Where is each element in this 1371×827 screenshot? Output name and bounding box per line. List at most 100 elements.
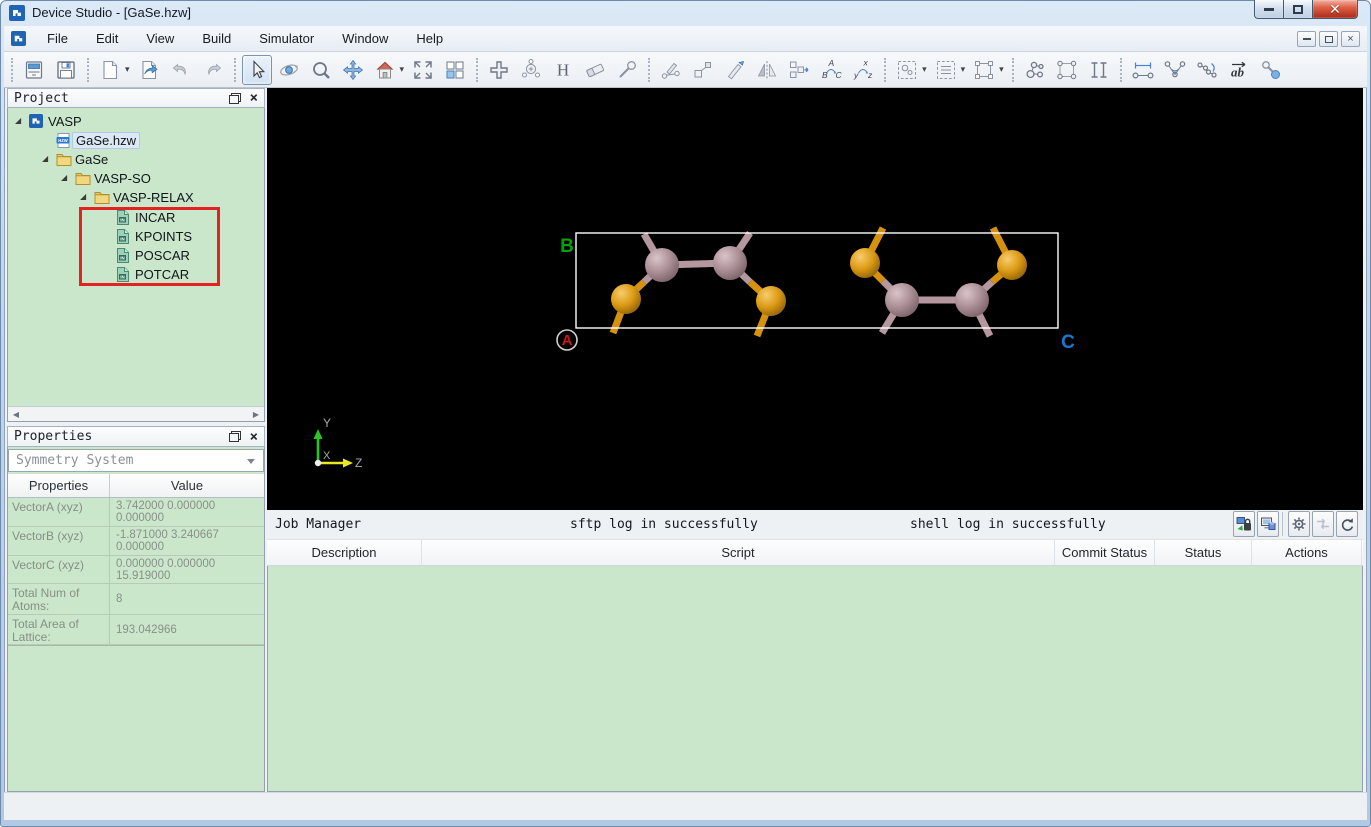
close-button[interactable]: ✕ xyxy=(1313,0,1358,19)
properties-close-button[interactable]: × xyxy=(250,430,258,444)
toolbar-group-handle[interactable] xyxy=(1012,58,1014,82)
atom-Se[interactable] xyxy=(756,286,786,316)
swap-axes-xz-button[interactable]: yzx xyxy=(848,55,878,85)
tree-expand-icon[interactable]: ◢ xyxy=(15,116,21,125)
menu-help[interactable]: Help xyxy=(402,27,457,50)
add-fragment-button[interactable] xyxy=(484,55,514,85)
edit-bond-button[interactable] xyxy=(656,55,686,85)
home-view-dropdown[interactable]: ▾ xyxy=(400,64,405,75)
measure-angle-button[interactable] xyxy=(1160,55,1190,85)
home-icon xyxy=(373,58,397,82)
select-atoms-menu-button[interactable] xyxy=(892,55,922,85)
scroll-left-icon[interactable]: ◀ xyxy=(8,408,24,421)
atom-Se[interactable] xyxy=(611,284,641,314)
tree-item-vasp[interactable]: ◢VASP xyxy=(8,112,264,131)
align-menu-button[interactable] xyxy=(931,55,961,85)
atom-Se[interactable] xyxy=(997,250,1027,280)
job-col-commit-status[interactable]: Commit Status xyxy=(1055,540,1155,565)
move-atom-button[interactable] xyxy=(688,55,718,85)
fit-view-button[interactable] xyxy=(408,55,438,85)
mdi-restore-button[interactable] xyxy=(1319,31,1338,47)
build-lattice-button[interactable] xyxy=(1084,55,1114,85)
lattice-menu-dropdown[interactable]: ▾ xyxy=(999,64,1004,75)
measure-distance-button[interactable] xyxy=(1128,55,1158,85)
structure-viewport[interactable]: BAC Y Z X xyxy=(267,88,1363,510)
tree-item-gase-hzw[interactable]: HZWGaSe.hzw xyxy=(8,131,264,150)
select-atoms-menu-dropdown[interactable]: ▾ xyxy=(922,64,927,75)
atom-Ga[interactable] xyxy=(713,246,747,280)
open-project-button[interactable] xyxy=(19,55,49,85)
job-col-script[interactable]: Script xyxy=(422,540,1055,565)
bond-tool-button[interactable] xyxy=(612,55,642,85)
swap-axes-bc-button[interactable]: BCA xyxy=(816,55,846,85)
atom-Se[interactable] xyxy=(850,248,880,278)
minimize-button[interactable] xyxy=(1254,0,1284,19)
job-settings-button[interactable] xyxy=(1288,511,1310,537)
align-menu-dropdown[interactable]: ▾ xyxy=(961,64,966,75)
modify-tool-button[interactable] xyxy=(720,55,750,85)
job-col-status[interactable]: Status xyxy=(1155,540,1252,565)
symmetry-system-select[interactable]: Symmetry System xyxy=(8,449,264,472)
menu-file[interactable]: File xyxy=(33,27,82,50)
menu-build[interactable]: Build xyxy=(188,27,245,50)
toolbar-group-handle[interactable] xyxy=(1120,58,1122,82)
redo-button[interactable] xyxy=(198,55,228,85)
build-cluster-button[interactable] xyxy=(1020,55,1050,85)
save-button[interactable] xyxy=(51,55,81,85)
project-horizontal-scrollbar[interactable]: ◀ ▶ xyxy=(8,406,264,421)
job-refresh-button[interactable] xyxy=(1336,511,1358,537)
pan-tool-button[interactable] xyxy=(338,55,368,85)
properties-float-button[interactable] xyxy=(229,431,241,442)
toolbar-group-handle[interactable] xyxy=(476,58,478,82)
tree-item-vasp-relax[interactable]: ◢VASP-RELAX xyxy=(8,188,264,207)
home-view-button[interactable] xyxy=(370,55,400,85)
menu-window[interactable]: Window xyxy=(328,27,402,50)
toolbar-group-handle[interactable] xyxy=(884,58,886,82)
mdi-minimize-button[interactable] xyxy=(1297,31,1316,47)
mdi-close-button[interactable]: × xyxy=(1341,31,1360,47)
tree-expand-icon[interactable]: ◢ xyxy=(42,154,48,163)
tree-item-gase[interactable]: ◢GaSe xyxy=(8,150,264,169)
job-transfer-button[interactable] xyxy=(1312,511,1334,537)
tile-windows-button[interactable] xyxy=(440,55,470,85)
atom-Ga[interactable] xyxy=(645,248,679,282)
undo-button[interactable] xyxy=(166,55,196,85)
atom-Ga[interactable] xyxy=(885,283,919,317)
add-hydrogen-button[interactable]: H xyxy=(548,55,578,85)
scroll-right-icon[interactable]: ▶ xyxy=(248,408,264,421)
toolbar-group-handle[interactable] xyxy=(87,58,89,82)
vector-labels-button[interactable]: ab xyxy=(1224,55,1254,85)
atom-Ga[interactable] xyxy=(955,283,989,317)
tree-item-vasp-so[interactable]: ◢VASP-SO xyxy=(8,169,264,188)
toolbar-group-handle[interactable] xyxy=(11,58,13,82)
measure-dihedral-button[interactable] xyxy=(1192,55,1222,85)
add-atom-button[interactable] xyxy=(516,55,546,85)
menu-edit[interactable]: Edit xyxy=(82,27,132,50)
job-remote-connect-button[interactable] xyxy=(1233,511,1255,537)
lattice-menu-button[interactable] xyxy=(969,55,999,85)
select-tool-button[interactable] xyxy=(242,55,272,85)
job-col-actions[interactable]: Actions xyxy=(1252,540,1362,565)
toolbar-group-handle[interactable] xyxy=(234,58,236,82)
project-float-button[interactable] xyxy=(229,93,241,104)
new-file-button[interactable] xyxy=(95,55,125,85)
menu-simulator[interactable]: Simulator xyxy=(245,27,328,50)
erase-tool-button[interactable] xyxy=(580,55,610,85)
project-close-button[interactable]: × xyxy=(250,91,258,105)
new-file-dropdown[interactable]: ▾ xyxy=(125,64,130,75)
tree-expand-icon[interactable]: ◢ xyxy=(80,192,86,201)
job-remote-desktop-button[interactable] xyxy=(1257,511,1279,537)
rotate-tool-button[interactable] xyxy=(274,55,304,85)
export-file-button[interactable] xyxy=(134,55,164,85)
job-col-description[interactable]: Description xyxy=(267,540,422,565)
bond-probe-button[interactable] xyxy=(1256,55,1286,85)
tree-expand-icon[interactable]: ◢ xyxy=(61,173,67,182)
toolbar-group-handle[interactable] xyxy=(648,58,650,82)
properties-panel: Properties × Symmetry System Properties … xyxy=(7,426,265,792)
zoom-tool-button[interactable] xyxy=(306,55,336,85)
transform-cell-button[interactable] xyxy=(784,55,814,85)
mirror-tool-button[interactable] xyxy=(752,55,782,85)
maximize-button[interactable] xyxy=(1284,0,1313,19)
menu-view[interactable]: View xyxy=(132,27,188,50)
build-supercell-button[interactable] xyxy=(1052,55,1082,85)
